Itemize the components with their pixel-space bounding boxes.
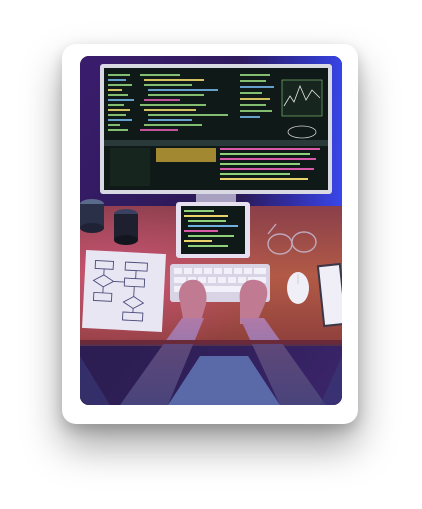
coffee-mug — [80, 199, 104, 233]
developer-desk-photo — [80, 56, 342, 405]
flowchart-paper — [82, 249, 166, 333]
desk-edge — [80, 340, 342, 344]
mouse — [287, 272, 309, 304]
photo-card — [80, 56, 342, 405]
tablet — [176, 202, 250, 258]
desktop-monitor — [100, 64, 332, 214]
dark-mug — [114, 209, 138, 245]
